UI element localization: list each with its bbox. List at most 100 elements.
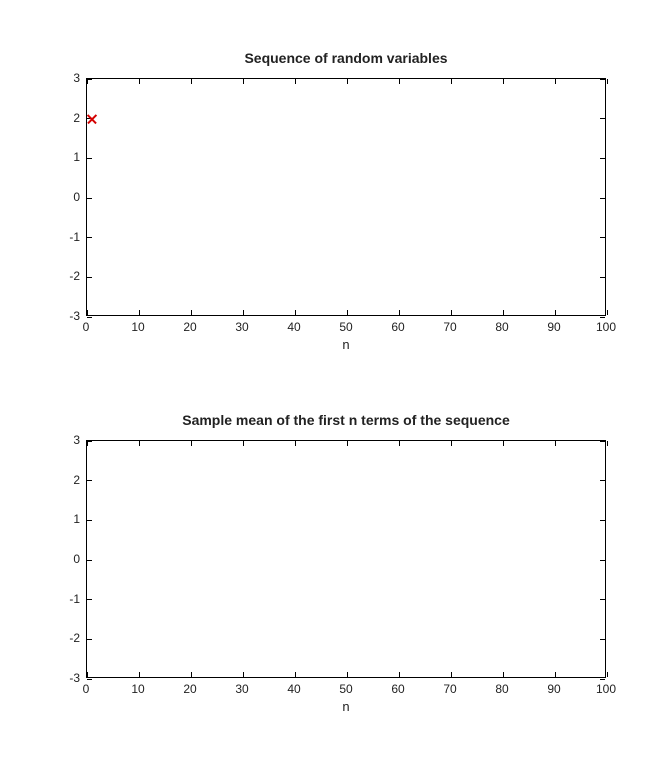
y-tick-label: 2 — [73, 473, 86, 487]
y-tick — [87, 317, 92, 318]
x-tick-label: 80 — [495, 320, 508, 334]
x-tick-label: 30 — [235, 320, 248, 334]
x-tick-label: 10 — [131, 320, 144, 334]
plot-area — [86, 440, 606, 678]
y-tick-label: -2 — [69, 269, 86, 283]
x-tick-label: 50 — [339, 320, 352, 334]
x-tick — [87, 441, 88, 446]
y-tick — [600, 79, 605, 80]
y-tick — [87, 520, 92, 521]
y-tick-label: 0 — [73, 190, 86, 204]
x-tick — [87, 79, 88, 84]
y-tick-label: -2 — [69, 631, 86, 645]
x-tick-label: 80 — [495, 682, 508, 696]
y-tick — [600, 639, 605, 640]
y-tick-label: 3 — [73, 433, 86, 447]
x-tick — [451, 672, 452, 677]
y-tick-label: 2 — [73, 111, 86, 125]
x-tick — [399, 79, 400, 84]
y-tick — [600, 679, 605, 680]
x-tick — [191, 672, 192, 677]
y-tick-label: -3 — [69, 309, 86, 323]
y-tick — [600, 480, 605, 481]
x-tick — [503, 441, 504, 446]
x-axis-label: n — [86, 337, 606, 352]
x-tick — [243, 79, 244, 84]
x-tick — [607, 79, 608, 84]
x-tick — [607, 672, 608, 677]
y-tick — [600, 158, 605, 159]
x-tick — [87, 310, 88, 315]
x-tick — [347, 441, 348, 446]
x-tick-label: 60 — [391, 320, 404, 334]
x-tick-label: 30 — [235, 682, 248, 696]
x-tick — [451, 441, 452, 446]
x-tick — [399, 672, 400, 677]
x-tick — [399, 310, 400, 315]
y-tick — [87, 79, 92, 80]
x-tick — [503, 79, 504, 84]
y-tick — [87, 237, 92, 238]
y-tick-label: 1 — [73, 150, 86, 164]
y-tick — [600, 118, 605, 119]
y-tick — [87, 480, 92, 481]
x-tick — [555, 79, 556, 84]
y-tick — [600, 441, 605, 442]
x-tick — [139, 79, 140, 84]
y-tick — [600, 599, 605, 600]
chart-title: Sequence of random variables — [86, 50, 606, 66]
y-tick — [87, 560, 92, 561]
x-tick — [243, 441, 244, 446]
figure: Sequence of random variablesn01020304050… — [0, 0, 666, 760]
x-tick — [607, 441, 608, 446]
x-tick-label: 40 — [287, 682, 300, 696]
y-tick — [87, 118, 92, 119]
axes-2: Sample mean of the first n terms of the … — [86, 440, 606, 678]
x-tick-label: 90 — [547, 320, 560, 334]
y-tick — [87, 198, 92, 199]
x-tick-label: 20 — [183, 682, 196, 696]
x-tick — [555, 672, 556, 677]
x-tick — [607, 310, 608, 315]
y-tick — [87, 679, 92, 680]
x-tick — [555, 310, 556, 315]
x-tick — [503, 672, 504, 677]
x-tick — [243, 310, 244, 315]
chart-title: Sample mean of the first n terms of the … — [86, 412, 606, 428]
x-tick-label: 60 — [391, 682, 404, 696]
x-tick — [243, 672, 244, 677]
x-tick-label: 10 — [131, 682, 144, 696]
x-tick — [191, 441, 192, 446]
x-tick — [295, 310, 296, 315]
y-tick — [600, 317, 605, 318]
x-tick — [555, 441, 556, 446]
x-tick — [399, 441, 400, 446]
y-tick — [600, 277, 605, 278]
x-tick — [139, 310, 140, 315]
x-tick — [451, 79, 452, 84]
x-tick-label: 70 — [443, 682, 456, 696]
x-tick-label: 20 — [183, 320, 196, 334]
x-tick — [347, 310, 348, 315]
x-tick-label: 100 — [596, 682, 616, 696]
x-tick-label: 90 — [547, 682, 560, 696]
y-tick — [87, 441, 92, 442]
x-tick — [347, 672, 348, 677]
x-tick-label: 100 — [596, 320, 616, 334]
y-tick-label: 1 — [73, 512, 86, 526]
axes-1: Sequence of random variablesn01020304050… — [86, 78, 606, 316]
x-tick — [191, 310, 192, 315]
x-tick — [295, 79, 296, 84]
y-tick — [600, 520, 605, 521]
y-tick-label: -1 — [69, 230, 86, 244]
x-tick — [347, 79, 348, 84]
x-tick — [191, 79, 192, 84]
x-tick — [451, 310, 452, 315]
x-tick — [295, 672, 296, 677]
plot-area — [86, 78, 606, 316]
y-tick — [87, 277, 92, 278]
y-tick — [600, 237, 605, 238]
y-tick — [600, 560, 605, 561]
y-tick-label: -3 — [69, 671, 86, 685]
y-tick-label: 0 — [73, 552, 86, 566]
